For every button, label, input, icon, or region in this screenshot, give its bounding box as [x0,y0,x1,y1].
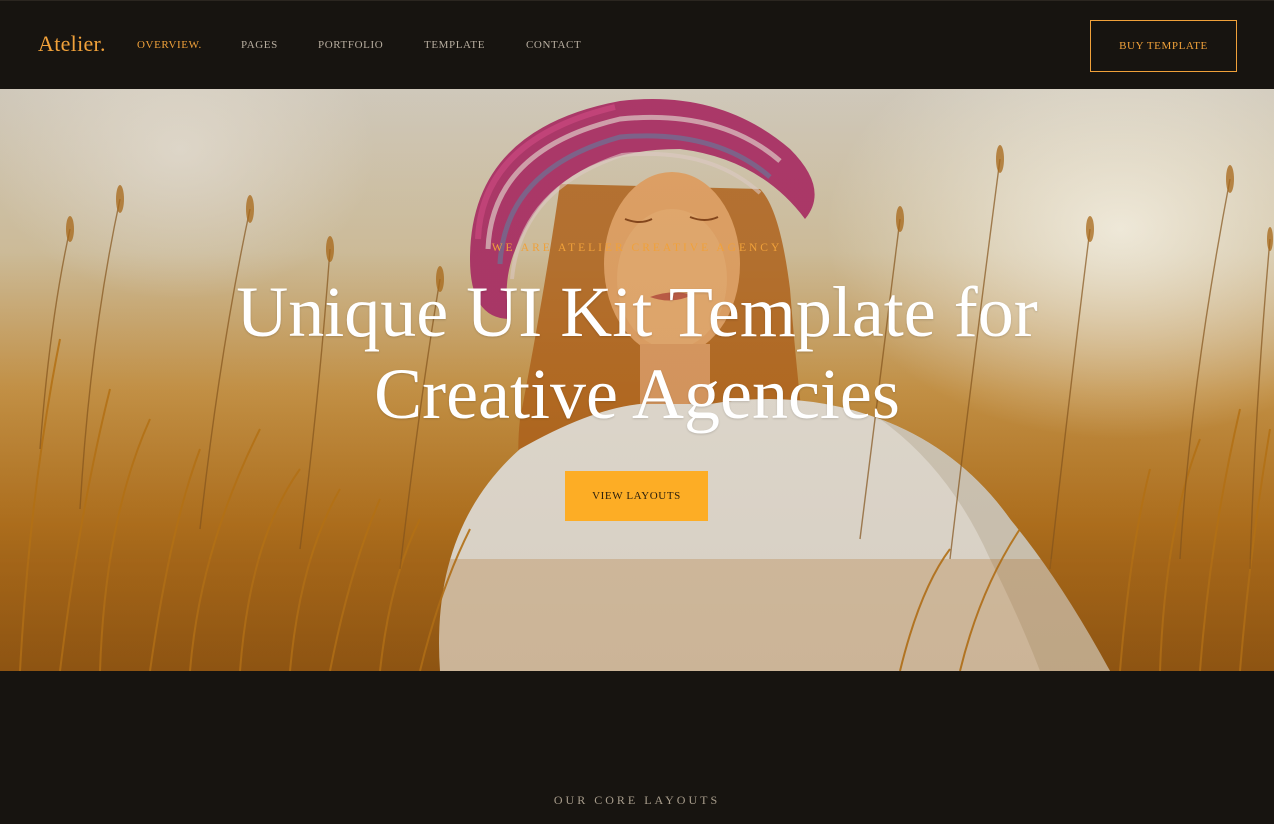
nav-link-template[interactable]: TEMPLATE [424,39,485,51]
hero-headline: Unique UI Kit Template for Creative Agen… [0,271,1274,435]
view-layouts-button[interactable]: VIEW LAYOUTS [565,471,708,521]
hero-headline-line2: Creative Agencies [374,354,900,434]
logo[interactable]: Atelier. [38,31,106,57]
core-layouts-section: OUR CORE LAYOUTS [0,671,1274,824]
nav-link-contact[interactable]: CONTACT [526,39,581,51]
hero-eyebrow: WE ARE ATELIER CREATIVE AGENCY [491,242,783,254]
nav-link-overview[interactable]: OVERVIEW. [137,39,202,51]
hero-section: WE ARE ATELIER CREATIVE AGENCY Unique UI… [0,89,1274,671]
nav-link-pages[interactable]: PAGES [241,39,278,51]
page: Atelier. OVERVIEW. PAGES PORTFOLIO TEMPL… [0,0,1274,824]
section-label: OUR CORE LAYOUTS [553,793,721,807]
site-header: Atelier. OVERVIEW. PAGES PORTFOLIO TEMPL… [0,0,1274,89]
nav-link-portfolio[interactable]: PORTFOLIO [318,39,383,51]
buy-template-button[interactable]: BUY TEMPLATE [1090,20,1237,72]
hero-headline-line1: Unique UI Kit Template for [236,272,1038,352]
